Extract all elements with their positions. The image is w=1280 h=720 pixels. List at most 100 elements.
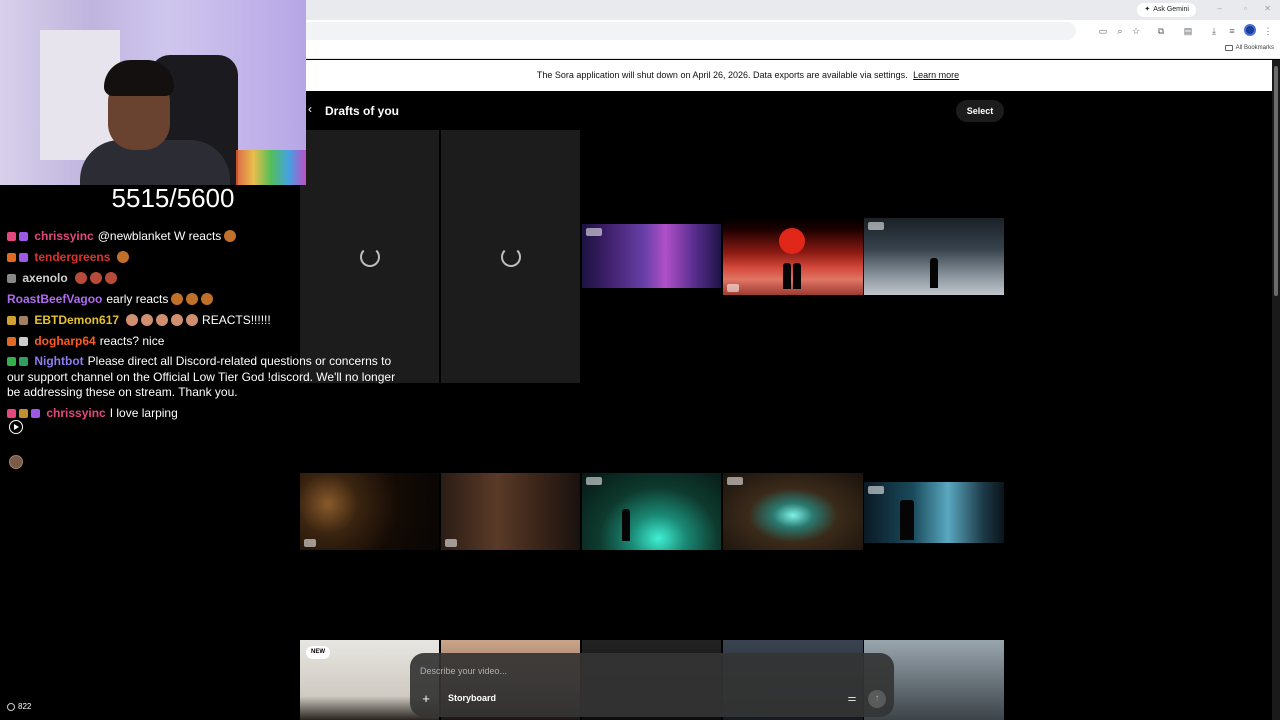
sora-watermark-icon: [868, 486, 884, 494]
subscriber-badge-icon: [7, 253, 16, 262]
emote-icon: [171, 293, 184, 305]
bookmarks-bar: All Bookmarks: [306, 42, 1280, 59]
chat-text: REACTS!!!!!!: [202, 313, 271, 327]
address-bar: ▭ ⌕ ☆ ⧉ ▤ ⤓ ≡ ⋮: [306, 20, 1280, 42]
subscriber-badge-icon: [7, 337, 16, 346]
chat-message: dogharp64 reacts? nice: [7, 334, 164, 348]
zoom-icon[interactable]: ⌕: [1114, 25, 1126, 37]
scrollbar[interactable]: [1272, 60, 1280, 720]
chat-username: axenolo: [22, 271, 68, 285]
bookmark-star-icon[interactable]: ☆: [1130, 25, 1142, 37]
emote-icon: [156, 314, 169, 326]
scrollbar-thumb[interactable]: [1274, 66, 1278, 296]
back-chevron-icon[interactable]: ‹: [308, 102, 312, 116]
chat-username: RoastBeefVagoo: [7, 292, 103, 306]
learn-more-link[interactable]: Learn more: [913, 70, 959, 80]
tab-strip: ✦ Ask Gemini – ▫ ✕: [306, 0, 1280, 20]
rgb-light-shape: [236, 150, 306, 185]
subscriber-badge-icon: [7, 316, 16, 325]
select-button[interactable]: Select: [956, 100, 1004, 122]
chat-message: axenolo: [7, 271, 117, 285]
draft-tile-loading[interactable]: [300, 130, 439, 383]
gift-badge-icon: [19, 337, 28, 346]
red-sun-shape: [779, 228, 805, 254]
loading-spinner-icon: [500, 246, 521, 267]
extensions-icon[interactable]: ⧉: [1155, 25, 1167, 37]
close-icon[interactable]: ✕: [1264, 4, 1271, 14]
chat-username: chrissyinc: [46, 406, 106, 420]
emote-icon: [224, 230, 237, 242]
sub-goal-counter: 5515/5600: [111, 183, 235, 213]
viewer-count-value: 822: [18, 702, 32, 711]
add-media-plus-icon[interactable]: +: [418, 691, 434, 707]
minimize-icon[interactable]: –: [1218, 4, 1222, 14]
storyboard-button[interactable]: Storyboard: [448, 693, 496, 703]
settings-sliders-icon[interactable]: ⚌: [844, 691, 860, 707]
draft-tile-loading[interactable]: [441, 130, 580, 383]
gift-badge-icon: [19, 232, 28, 241]
sidepanel-icon[interactable]: ▤: [1182, 25, 1194, 37]
ask-gemini-button[interactable]: ✦ Ask Gemini: [1137, 3, 1196, 17]
chat-message: EBTDemon617 REACTS!!!!!!: [7, 313, 271, 327]
omnibox[interactable]: [306, 22, 1076, 40]
sora-watermark-icon: [586, 228, 602, 236]
draft-tile[interactable]: [723, 473, 863, 550]
chat-message: tendergreens: [7, 250, 130, 264]
sora-watermark-icon: [304, 539, 316, 547]
gift-badge-icon: [31, 409, 40, 418]
chat-message: RoastBeefVagoo early reacts: [7, 292, 214, 306]
sora-watermark-icon: [445, 539, 457, 547]
chat-text: @newblanket W reacts: [97, 229, 222, 243]
new-badge: NEW: [306, 646, 330, 659]
figure-shape: [622, 509, 630, 541]
figure-shape: [900, 500, 914, 540]
draft-tile[interactable]: [864, 218, 1004, 295]
all-bookmarks-button[interactable]: All Bookmarks: [1224, 45, 1274, 51]
menu-icon[interactable]: ⋮: [1262, 25, 1274, 37]
shutdown-banner: The Sora application will shut down on A…: [306, 60, 1280, 91]
chat-username: tendergreens: [34, 250, 111, 264]
webcam-feed: [0, 0, 306, 185]
translate-icon[interactable]: ≡: [1226, 25, 1238, 37]
figure-shape: [793, 263, 801, 289]
describe-video-input[interactable]: [420, 663, 860, 679]
page-title: Drafts of you: [325, 104, 400, 118]
subscriber-badge-icon: [7, 232, 16, 241]
emote-icon: [141, 314, 154, 326]
chat-message: Nightbot Please direct all Discord-relate…: [7, 354, 407, 401]
emote-icon: [104, 272, 117, 284]
viewer-count: 822: [7, 702, 31, 711]
emote-icon: [201, 293, 214, 305]
restore-icon[interactable]: ▫: [1244, 4, 1247, 14]
chat-text: I love larping: [109, 406, 178, 420]
sora-watermark-icon: [586, 477, 602, 485]
bits-badge-icon: [19, 409, 28, 418]
chat-username: EBTDemon617: [34, 313, 120, 327]
chat-message: chrissyinc @newblanket W reacts: [7, 229, 237, 243]
eye-icon: [7, 702, 15, 711]
emote-icon: [186, 293, 199, 305]
chat-text: early reacts: [106, 292, 169, 306]
draft-tile[interactable]: [300, 473, 439, 550]
streamer-hair-shape: [104, 60, 174, 96]
screen: ✦ Ask Gemini – ▫ ✕ ▭ ⌕ ☆ ⧉ ▤ ⤓ ≡ ⋮ All B…: [0, 0, 1280, 720]
emote-icon: [89, 272, 102, 284]
send-arrow-icon[interactable]: ↑: [868, 690, 886, 708]
profile-avatar[interactable]: [1244, 24, 1256, 36]
draft-tile[interactable]: [723, 218, 863, 295]
sora-watermark-icon: [727, 477, 743, 485]
emote-icon: [117, 251, 130, 263]
emote-icon: [171, 314, 184, 326]
emote-icon: [74, 272, 87, 284]
verified-badge-icon: [7, 357, 16, 366]
draft-tile[interactable]: [864, 482, 1004, 543]
download-icon[interactable]: ⤓: [1208, 25, 1220, 37]
draft-tile[interactable]: [441, 473, 580, 550]
chat-username: dogharp64: [34, 334, 96, 348]
draft-tile[interactable]: [582, 224, 721, 288]
draft-tile[interactable]: [582, 473, 721, 550]
cast-icon[interactable]: ▭: [1097, 25, 1109, 37]
figure-shape: [930, 258, 938, 288]
sparkle-icon: ✦: [1144, 6, 1151, 13]
loading-spinner-icon: [359, 246, 380, 267]
